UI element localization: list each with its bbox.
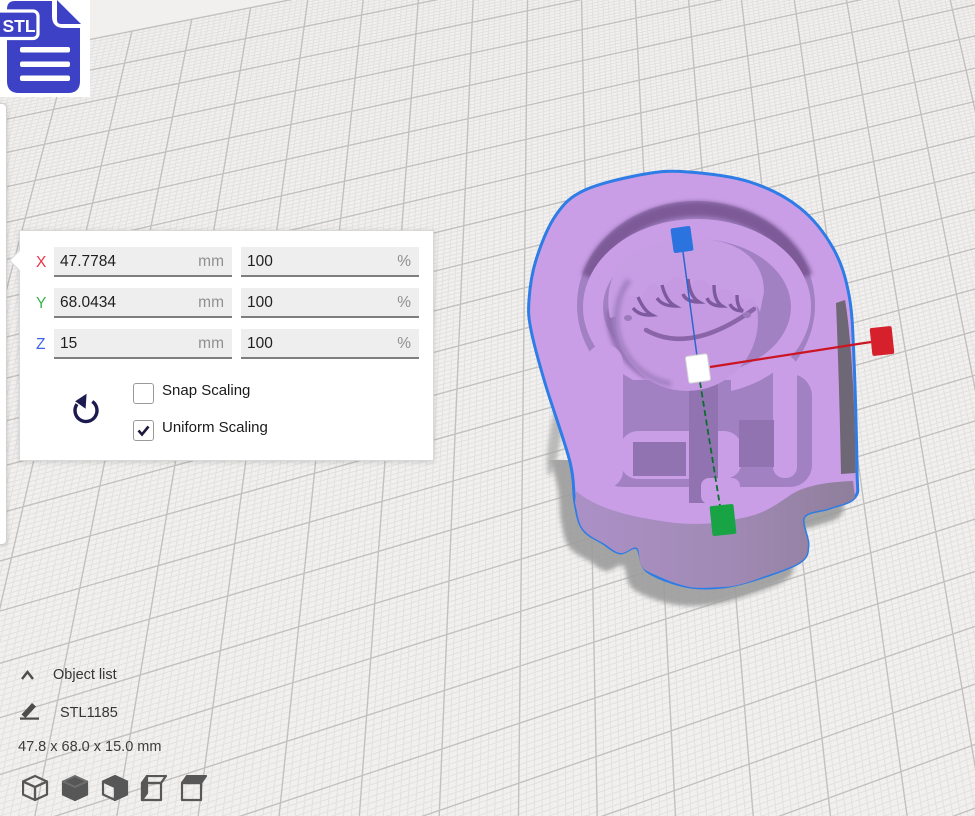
svg-text:STL: STL [3, 16, 36, 36]
